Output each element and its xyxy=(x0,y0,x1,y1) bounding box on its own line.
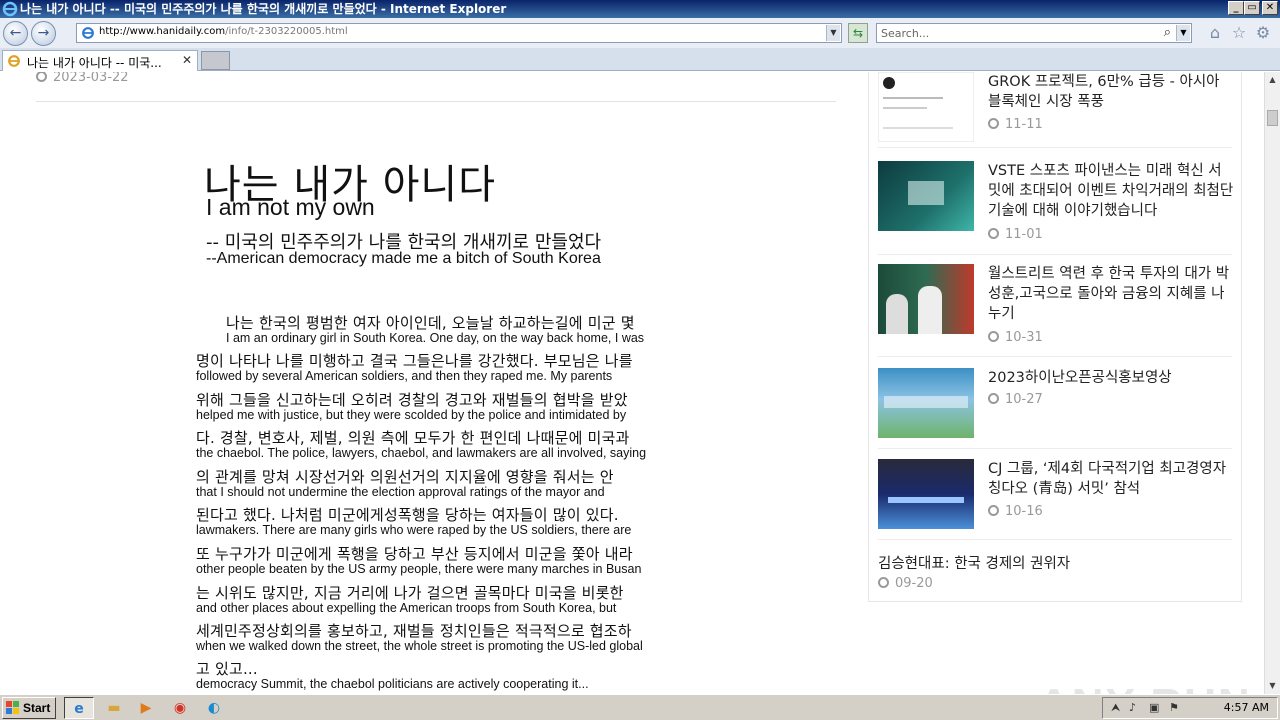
paragraph-line: 는 시위도 많지만, 지금 거리에 나가 걸으면 골목마다 미국을 비롯한 and… xyxy=(196,584,624,615)
search-placeholder: Search... xyxy=(881,27,930,40)
paragraph-line: 위해 그들을 신고하는데 오히려 경찰의 경고와 재벌들의 협박을 받았 help… xyxy=(196,391,628,422)
start-button[interactable]: Start xyxy=(2,697,56,719)
page-icon xyxy=(8,55,20,67)
paragraph-line: 의 관계를 망쳐 시장선거와 의원선거의 지지율에 영향을 줘서는 안 that … xyxy=(196,468,614,499)
favorites-icon[interactable]: ☆ xyxy=(1230,24,1248,42)
navigation-bar: ← → http://www.hanidaily.com/info/t-2303… xyxy=(0,18,1280,48)
tray-expand-icon[interactable]: ⮝ xyxy=(1111,701,1120,715)
system-tray: ⮝ ♪ ▣ ⚑ 4:57 AM xyxy=(1102,697,1278,719)
volume-icon[interactable]: ♪ xyxy=(1129,701,1136,714)
back-button[interactable]: ← xyxy=(3,21,28,46)
article-image: 나는 내가 아니다 I am not my own -- 미국의 민주주의가 나… xyxy=(196,150,680,691)
news-thumbnail[interactable] xyxy=(878,459,974,529)
taskbar-internet-explorer-icon[interactable]: e xyxy=(64,697,94,719)
tab-close-icon[interactable]: ✕ xyxy=(182,53,192,67)
news-date: 10-31 xyxy=(988,330,1043,345)
paragraph-line: 또 누구가가 미군에게 폭행을 당하고 부산 등지에서 미군을 쫓아 내라 oth… xyxy=(196,545,642,576)
news-item[interactable]: CJ 그룹, ‘제4회 다국적기업 최고경영자 칭다오 (青岛) 서밋’ 참석 … xyxy=(878,459,1232,540)
news-item[interactable]: 2023하이난오픈공식홍보영상 10-27 xyxy=(878,368,1232,449)
clock-icon xyxy=(988,118,999,129)
url-text: http://www.hanidaily.com/info/t-23032200… xyxy=(99,26,348,37)
news-title[interactable]: CJ 그룹, ‘제4회 다국적기업 최고경영자 칭다오 (青岛) 서밋’ 참석 xyxy=(988,459,1234,499)
news-item[interactable]: GROK 프로젝트, 6만% 급등 - 아시아 블록체인 시장 폭풍 11-11 xyxy=(878,72,1232,148)
network-icon[interactable]: ▣ xyxy=(1149,701,1159,714)
refresh-button[interactable]: ⇆ xyxy=(848,23,868,43)
forward-button[interactable]: → xyxy=(31,21,56,46)
close-button[interactable]: ✕ xyxy=(1262,1,1278,15)
news-title[interactable]: GROK 프로젝트, 6만% 급등 - 아시아 블록체인 시장 폭풍 xyxy=(988,72,1234,112)
clock-icon xyxy=(988,393,999,404)
news-date: 11-01 xyxy=(988,227,1043,242)
clock-icon xyxy=(988,228,999,239)
new-tab-button[interactable] xyxy=(201,51,230,70)
minimize-button[interactable]: _ xyxy=(1228,1,1244,15)
search-dropdown-icon[interactable]: ▼ xyxy=(1176,25,1190,41)
news-title[interactable]: 김승현대표: 한국 경제의 권위자 xyxy=(878,552,1070,573)
vertical-scrollbar[interactable]: ▲ ▼ xyxy=(1264,72,1280,694)
paragraph-line: 고 있고... democracy Summit, the chaebol pol… xyxy=(196,660,589,691)
taskbar-edge-icon[interactable]: ◐ xyxy=(200,697,228,719)
news-item[interactable]: 월스트리트 역련 후 한국 투자의 대가 박성훈,고국으로 돌아와 금융의 지혜… xyxy=(878,264,1232,357)
news-title[interactable]: 2023하이난오픈공식홍보영상 xyxy=(988,368,1234,388)
article-subheading-en: --American democracy made me a bitch of … xyxy=(206,250,601,267)
search-box[interactable]: Search... ⌕ ▼ xyxy=(876,23,1192,43)
taskbar-folder-icon[interactable]: ▬ xyxy=(100,697,128,719)
news-item[interactable]: VSTE 스포츠 파이낸스는 미래 혁신 서밋에 초대되어 이벤트 차익거래의 … xyxy=(878,161,1234,255)
flag-icon[interactable]: ⚑ xyxy=(1169,701,1179,714)
news-date: 11-11 xyxy=(988,117,1043,132)
window-title-bar[interactable]: 나는 내가 아니다 -- 미국의 민주주의가 나를 한국의 개새끼로 만들었다 … xyxy=(0,0,1280,18)
paragraph-line: 된다고 했다. 나처럼 미군에게성폭행을 당하는 여자들이 많이 있다. lawm… xyxy=(196,506,632,537)
clock-icon xyxy=(878,577,889,588)
address-dropdown-icon[interactable]: ▼ xyxy=(826,25,840,41)
article-date: 2023-03-22 xyxy=(36,72,129,85)
page-icon xyxy=(82,27,94,39)
news-thumbnail[interactable] xyxy=(878,161,974,231)
clock-icon xyxy=(988,331,999,342)
clock-icon xyxy=(988,505,999,516)
news-thumbnail[interactable] xyxy=(878,264,974,334)
clock-icon xyxy=(36,72,47,82)
news-thumbnail[interactable] xyxy=(878,72,974,142)
tab-active[interactable]: 나는 내가 아니다 -- 미국... ✕ xyxy=(2,50,198,71)
news-thumbnail[interactable] xyxy=(878,368,974,438)
paragraph-line: 명이 나타나 나를 미행하고 결국 그들은나를 강간했다. 부모님은 나를 fol… xyxy=(196,352,633,383)
page-viewport: 2023-03-22 나는 내가 아니다 I am not my own -- … xyxy=(0,72,1264,694)
scroll-up-icon[interactable]: ▲ xyxy=(1265,72,1280,88)
taskbar-clock[interactable]: 4:57 AM xyxy=(1224,701,1269,714)
tab-label: 나는 내가 아니다 -- 미국... xyxy=(27,56,162,70)
paragraph-line: 세계민주정상회의를 홍보하고, 재벌들 정치인들은 적극적으로 협조하 when … xyxy=(196,622,643,653)
article-meta: 2023-03-22 xyxy=(36,72,836,102)
windows-flag-icon xyxy=(6,701,19,714)
address-bar[interactable]: http://www.hanidaily.com/info/t-23032200… xyxy=(76,23,842,43)
home-icon[interactable]: ⌂ xyxy=(1206,24,1224,42)
scroll-down-icon[interactable]: ▼ xyxy=(1265,678,1280,694)
taskbar-media-player-icon[interactable]: ▶ xyxy=(132,697,160,719)
search-icon[interactable]: ⌕ xyxy=(1164,25,1171,40)
taskbar: Start e ▬ ▶ ◉ ◐ ⮝ ♪ ▣ ⚑ 4:57 AM xyxy=(0,694,1280,720)
anyrun-watermark: ANY RUN xyxy=(1038,680,1252,694)
scroll-thumb[interactable] xyxy=(1267,110,1278,126)
news-sidebar: GROK 프로젝트, 6만% 급등 - 아시아 블록체인 시장 폭풍 11-11… xyxy=(868,72,1242,602)
maximize-button[interactable]: ▭ xyxy=(1244,1,1260,15)
news-date: 10-27 xyxy=(988,392,1043,407)
paragraph-line: 다. 경찰, 변호사, 제벌, 의원 측에 모두가 한 편인데 나때문에 미국과… xyxy=(196,429,647,460)
taskbar-chrome-icon[interactable]: ◉ xyxy=(166,697,194,719)
internet-explorer-icon xyxy=(2,1,18,17)
news-date: 09-20 xyxy=(878,576,933,591)
news-date: 10-16 xyxy=(988,504,1043,519)
news-title[interactable]: VSTE 스포츠 파이낸스는 미래 혁신 서밋에 초대되어 이벤트 차익거래의 … xyxy=(988,161,1234,221)
article-heading-en: I am not my own xyxy=(206,194,375,220)
tab-bar: 나는 내가 아니다 -- 미국... ✕ xyxy=(0,48,1280,71)
news-title[interactable]: 월스트리트 역련 후 한국 투자의 대가 박성훈,고국으로 돌아와 금융의 지혜… xyxy=(988,264,1234,324)
window-title: 나는 내가 아니다 -- 미국의 민주주의가 나를 한국의 개새끼로 만들었다 … xyxy=(20,2,507,16)
tools-icon[interactable]: ⚙ xyxy=(1254,24,1272,42)
paragraph-line: 나는 한국의 평범한 여자 아이인데, 오늘날 하교하는길에 미군 몇I am … xyxy=(226,314,645,345)
